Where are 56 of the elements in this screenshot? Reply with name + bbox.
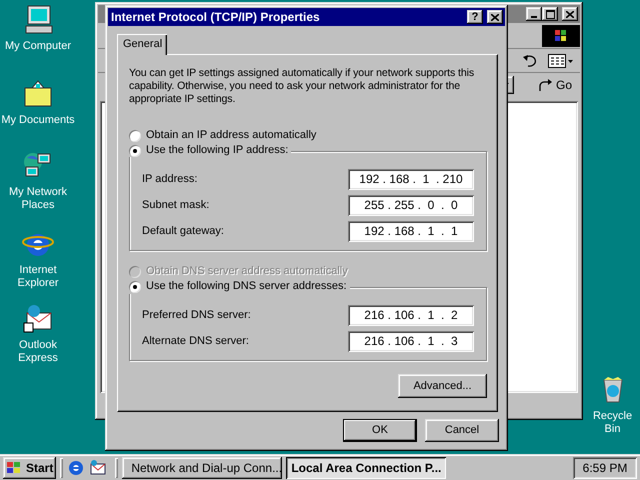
radio-label: Use the following IP address: (146, 144, 288, 158)
ip-address-field[interactable]: 216 . 106 . 1 . 2 (348, 304, 474, 326)
views-icon[interactable] (548, 52, 574, 68)
taskbar-button[interactable]: Local Area Connection P... (286, 457, 446, 479)
radio-button[interactable] (129, 144, 141, 157)
description-text: You can get IP settings assigned automatically if your network supports this capability. Otherwise, you need to ask your network administrator for the appropriate IP settings. (129, 67, 476, 106)
close-icon (491, 14, 499, 20)
arrow-icon (538, 78, 552, 92)
field-label: Subnet mask: (142, 198, 210, 212)
ip-address-field[interactable]: 192 . 168 . 1 . 1 (348, 220, 474, 242)
radio-label: Obtain DNS server address automatically (146, 265, 348, 278)
window-title: Internet Protocol (TCP/IP) Properties (111, 10, 321, 24)
radio-button[interactable] (129, 130, 141, 142)
mail-icon[interactable] (89, 459, 108, 477)
field-label: Alternate DNS server: (142, 334, 249, 348)
icon-label: Internet Explorer (16, 264, 60, 290)
maximize-button[interactable] (542, 7, 558, 21)
field-label: IP address: (142, 172, 198, 186)
help-button[interactable]: ? (467, 10, 483, 24)
ip-address-field[interactable]: 216 . 106 . 1 . 3 (348, 330, 474, 352)
desktop-icon[interactable]: Internet Explorer (0, 228, 76, 290)
advanced-button[interactable]: Advanced... (398, 374, 487, 398)
close-icon (566, 10, 574, 18)
ip-address-field[interactable]: 255 . 255 . 0 . 0 (348, 194, 474, 216)
go-button[interactable]: Go (538, 78, 572, 92)
cancel-button[interactable]: Cancel (425, 419, 499, 442)
icon-label: Outlook Express (17, 339, 59, 365)
taskbar-button[interactable]: Network and Dial-up Conn... (122, 457, 282, 479)
radio-label: Obtain an IP address automatically (146, 129, 316, 142)
icon-label: My Network Places (8, 186, 68, 212)
field-label: Preferred DNS server: (142, 308, 251, 322)
clock: 6:59 PM (573, 457, 637, 479)
icon-label: My Computer (4, 40, 72, 53)
desktop-icon[interactable]: My Computer (0, 4, 76, 53)
windows-logo (542, 25, 580, 47)
ip-address-field[interactable]: 192 . 168 . 1 . 210 (348, 168, 474, 190)
maximize-icon (546, 10, 554, 18)
desktop-icon[interactable]: My Network Places (0, 150, 76, 212)
go-label: Go (556, 78, 572, 92)
minimize-button[interactable] (526, 7, 542, 21)
radio-label: Use the following DNS server addresses: (146, 280, 347, 294)
field-label: Default gateway: (142, 224, 224, 238)
ok-button[interactable]: OK (343, 419, 417, 442)
close-button[interactable] (562, 7, 578, 21)
close-button[interactable] (487, 10, 503, 24)
icon-label: Recycle Bin (592, 410, 634, 436)
windows-logo (6, 461, 22, 475)
tab[interactable]: General (117, 34, 167, 55)
start-button[interactable]: Start (3, 457, 56, 479)
desktop-icon[interactable]: Outlook Express (0, 303, 76, 365)
browser-icon[interactable] (67, 459, 86, 477)
desktop-icon[interactable]: Recycle Bin (585, 374, 640, 436)
icon-label: My Documents (1, 114, 75, 127)
desktop-icon[interactable]: My Documents (0, 78, 76, 127)
mail-icon (22, 303, 54, 335)
radio-button[interactable] (129, 280, 141, 293)
